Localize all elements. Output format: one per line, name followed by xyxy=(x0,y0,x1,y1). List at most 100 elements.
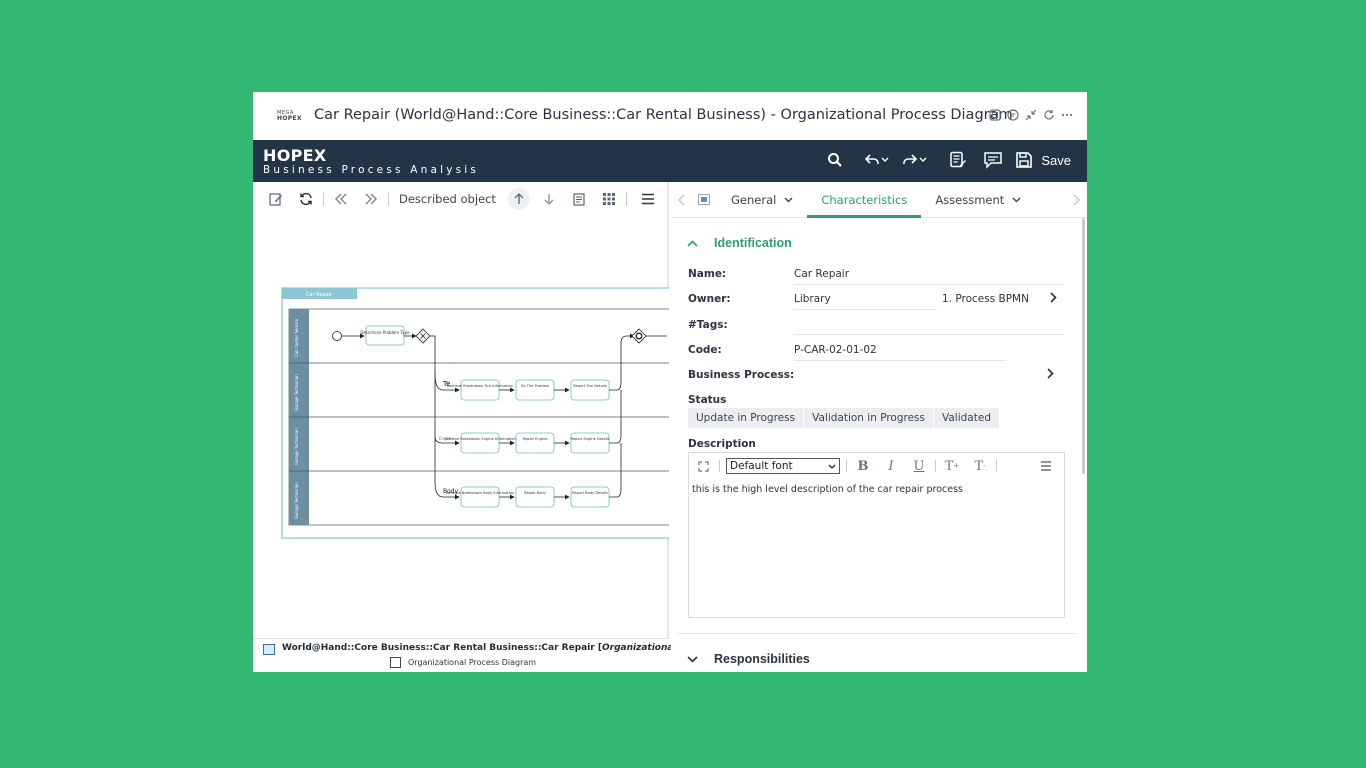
tab-scroll-right-icon[interactable] xyxy=(1065,182,1087,218)
subscript-icon[interactable]: T- xyxy=(966,455,994,477)
lane-header xyxy=(289,471,309,525)
underline-icon[interactable]: U xyxy=(905,455,933,477)
next-icon[interactable] xyxy=(356,188,386,210)
pool-title: Car Repair xyxy=(306,292,333,298)
collapse-icon[interactable] xyxy=(1024,108,1037,121)
owner-field-2[interactable]: 1. Process BPMN xyxy=(942,293,1029,305)
redo-button[interactable] xyxy=(903,152,927,168)
diagram-toolbar: Described object xyxy=(261,188,629,210)
bold-icon[interactable]: B xyxy=(849,455,877,477)
task-determine-problem-type xyxy=(365,325,405,346)
open-window-icon[interactable] xyxy=(988,108,1001,121)
separator xyxy=(719,460,720,472)
refresh-icon[interactable] xyxy=(1042,108,1055,121)
status-update-in-progress[interactable]: Update in Progress xyxy=(688,408,805,428)
task xyxy=(570,379,610,401)
more-icon[interactable] xyxy=(1060,108,1073,121)
task xyxy=(515,486,555,508)
task-label: Determine Problem Type xyxy=(360,330,410,335)
scrollbar[interactable] xyxy=(1082,218,1085,474)
owner-label: Owner: xyxy=(688,293,731,305)
lane-label: Call Center Service xyxy=(294,318,299,357)
task-label: Report Body Details xyxy=(572,491,608,495)
status-validation-in-progress[interactable]: Validation in Progress xyxy=(804,408,934,428)
task-label: Repair Body xyxy=(524,491,547,495)
tab-scroll-left-icon[interactable] xyxy=(671,182,693,218)
fullscreen-icon[interactable] xyxy=(689,455,717,477)
brand-subtitle: Business Process Analysis xyxy=(263,164,480,176)
task xyxy=(515,432,555,454)
section-divider xyxy=(677,633,1077,634)
lane-header xyxy=(289,417,309,471)
chevron-down-icon xyxy=(1012,197,1021,202)
brand-name: HOPEX xyxy=(263,146,327,165)
previous-icon[interactable] xyxy=(326,188,356,210)
sync-icon[interactable] xyxy=(291,188,321,210)
title-bar: MEGA HOPEX Car Repair (World@Hand::Core … xyxy=(253,92,1087,140)
lane-header xyxy=(289,309,309,363)
identification-header[interactable]: Identification xyxy=(687,236,792,250)
tab-characteristics[interactable]: Characteristics xyxy=(807,182,922,218)
separator xyxy=(323,192,324,206)
properties-icon[interactable] xyxy=(564,188,594,210)
name-label: Name: xyxy=(688,268,727,280)
status-validated[interactable]: Validated xyxy=(934,408,1000,428)
object-path[interactable]: World@Hand::Core Business::Car Rental Bu… xyxy=(282,643,723,653)
hamburger-menu-icon[interactable] xyxy=(637,188,659,210)
responsibilities-header[interactable]: Responsibilities xyxy=(687,652,810,666)
comment-icon[interactable] xyxy=(983,151,1003,169)
logo-line2: HOPEX xyxy=(277,115,302,122)
tab-assessment[interactable]: Assessment xyxy=(921,182,1035,218)
save-button[interactable]: Save xyxy=(1015,151,1071,169)
window-title: Car Repair (World@Hand::Core Business::C… xyxy=(314,107,1013,123)
chat-bubble-icon[interactable] xyxy=(1006,108,1019,121)
tab-general-label: General xyxy=(731,192,777,207)
start-event xyxy=(332,331,342,341)
tab-bar: General Characteristics Assessment xyxy=(671,182,1087,218)
undo-button[interactable] xyxy=(865,152,889,168)
superscript-icon[interactable]: T + xyxy=(938,455,966,477)
diagram-object-icon xyxy=(263,644,275,655)
task-label: Fix Tire Problem xyxy=(521,384,550,388)
chevron-right-icon[interactable] xyxy=(1047,368,1054,379)
path-text: World@Hand::Core Business::Car Rental Bu… xyxy=(282,643,602,653)
name-underline xyxy=(794,284,1064,285)
app-header: HOPEX Business Process Analysis Save xyxy=(253,140,1087,182)
header-tools: Save xyxy=(827,151,1071,169)
save-label: Save xyxy=(1041,152,1071,168)
code-label: Code: xyxy=(688,344,722,356)
document-icon[interactable] xyxy=(693,182,715,218)
separator xyxy=(935,460,936,472)
process-diagram[interactable]: Car Repair Call Center Service Garage Te… xyxy=(281,287,669,539)
code-field[interactable]: P-CAR-02-01-02 xyxy=(794,344,877,356)
font-select-value: Default font xyxy=(730,460,793,472)
identification-title: Identification xyxy=(714,236,792,250)
grid-icon[interactable] xyxy=(594,188,624,210)
search-icon[interactable] xyxy=(827,152,843,168)
italic-icon[interactable]: I xyxy=(877,455,905,477)
diagram-type-row[interactable]: Organizational Process Diagram xyxy=(390,657,536,668)
tab-general[interactable]: General xyxy=(715,182,807,218)
name-field[interactable]: Car Repair xyxy=(794,268,849,280)
responsibilities-title: Responsibilities xyxy=(714,652,810,666)
owner-field[interactable]: Library xyxy=(794,293,831,305)
arrow-down-icon[interactable] xyxy=(534,188,564,210)
chevron-right-icon[interactable] xyxy=(1050,292,1057,303)
lane-label: Garage Technician xyxy=(294,374,299,411)
edit-icon[interactable] xyxy=(261,188,291,210)
task xyxy=(460,486,500,508)
task-label: Retrieve Breakdown Body Information xyxy=(446,491,514,495)
tags-field[interactable] xyxy=(794,334,1064,335)
business-process-label: Business Process: xyxy=(688,369,795,381)
described-object-label[interactable]: Described object xyxy=(391,192,504,206)
lane-label: Garage Technician xyxy=(294,482,299,519)
app-logo: MEGA HOPEX xyxy=(277,110,305,124)
description-label: Description xyxy=(688,438,756,450)
separator xyxy=(388,192,389,206)
arrow-up-icon[interactable] xyxy=(507,188,530,210)
more-options-icon[interactable] xyxy=(1032,455,1060,477)
description-text[interactable]: this is the high level description of th… xyxy=(692,484,963,495)
font-select[interactable]: Default font xyxy=(726,458,840,474)
notes-icon[interactable] xyxy=(949,151,967,169)
tab-assessment-label: Assessment xyxy=(935,192,1005,207)
